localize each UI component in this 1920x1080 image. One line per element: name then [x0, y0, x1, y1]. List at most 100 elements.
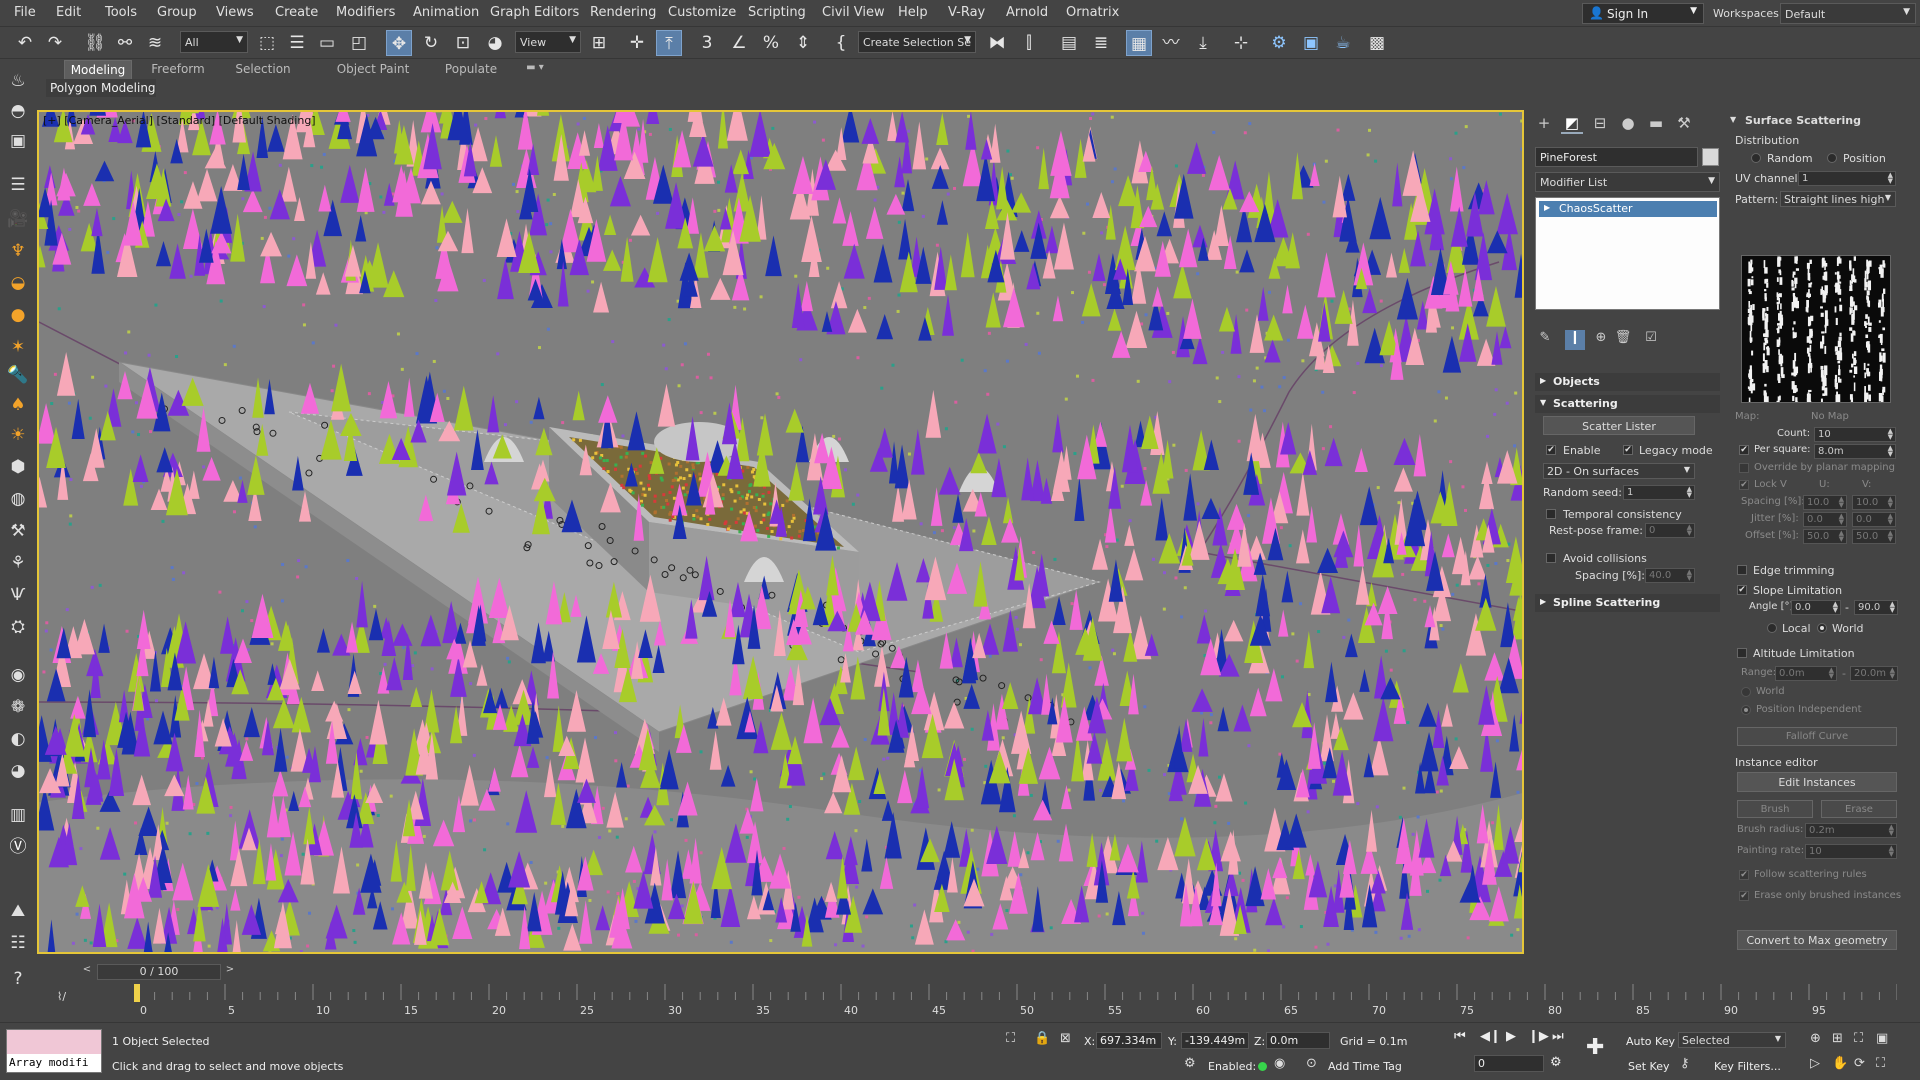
sun-icon[interactable]: ☀: [5, 422, 31, 448]
menu-v-ray[interactable]: V-Ray: [948, 5, 985, 20]
tab-populate[interactable]: Populate: [436, 60, 506, 80]
adaptive-degradation-icon[interactable]: ◉: [1274, 1056, 1285, 1071]
scatter-icon[interactable]: ⚘: [5, 550, 31, 576]
menu-ornatrix[interactable]: Ornatrix: [1066, 5, 1119, 20]
material-editor-icon[interactable]: ⊹: [1228, 30, 1254, 56]
spinner-arrows-icon[interactable]: ▲ ▼: [1889, 824, 1894, 837]
count-spinner[interactable]: 10 ▲ ▼: [1814, 427, 1896, 442]
current-frame-field[interactable]: 0: [1474, 1055, 1544, 1072]
menu-animation[interactable]: Animation: [413, 5, 479, 20]
snaps-toggle-icon[interactable]: 3: [694, 30, 720, 56]
slope-limitation-checkbox[interactable]: ✔: [1737, 585, 1747, 595]
key-icon[interactable]: ⚷: [1680, 1056, 1690, 1071]
stack-item-chaosscatter[interactable]: ▶ ChaosScatter: [1539, 201, 1717, 217]
link-icon[interactable]: ⛓: [82, 30, 108, 56]
add-time-tag[interactable]: Add Time Tag: [1328, 1060, 1402, 1073]
hierarchy-tab-icon[interactable]: ⊟: [1589, 114, 1611, 134]
prev-frame-arrow[interactable]: <: [80, 964, 94, 980]
legacy-mode-checkbox[interactable]: ✔: [1623, 445, 1633, 455]
per-square-checkbox[interactable]: ✔: [1739, 445, 1749, 455]
place-icon[interactable]: ◕: [482, 30, 508, 56]
spinner-arrows-icon[interactable]: ▲ ▼: [1888, 172, 1893, 185]
helper-icon[interactable]: ◓: [5, 98, 31, 124]
curve-editor-icon[interactable]: 〰: [1158, 30, 1184, 56]
offset-u-spinner[interactable]: 50.0 ▲ ▼: [1803, 529, 1847, 544]
altitude-limitation-checkbox[interactable]: [1737, 648, 1747, 658]
menu-help[interactable]: Help: [898, 5, 928, 20]
edit-named-selection-icon[interactable]: {: [828, 30, 854, 56]
spinner-arrows-icon[interactable]: ▲ ▼: [1687, 569, 1692, 582]
world-radio[interactable]: [1817, 623, 1827, 633]
menu-modifiers[interactable]: Modifiers: [336, 5, 395, 20]
isolate-icon[interactable]: ⛶: [1006, 1031, 1015, 1046]
maximize-viewport-icon[interactable]: ⛶: [1876, 1056, 1885, 1071]
ref-coord-select[interactable]: View ▼: [515, 31, 581, 53]
spinner-arrows-icon[interactable]: ▲ ▼: [1687, 524, 1692, 537]
utilities-tab-icon[interactable]: ⚒: [1673, 114, 1695, 134]
menu-graph-editors[interactable]: Graph Editors: [490, 5, 579, 20]
redo-icon[interactable]: ↷: [42, 30, 68, 56]
tab-freeform[interactable]: Freeform: [142, 60, 214, 80]
uv-channel-spinner[interactable]: 1 ▲ ▼: [1798, 171, 1896, 186]
brush-button[interactable]: Brush: [1737, 800, 1813, 818]
palette-icon[interactable]: ◐: [5, 726, 31, 752]
key-mode-select[interactable]: Selected ▼: [1678, 1032, 1786, 1048]
lock-icon[interactable]: 🔒: [1034, 1031, 1050, 1046]
temporal-consistency-checkbox[interactable]: [1546, 509, 1556, 519]
frame-ruler[interactable]: 0510152025303540455055606570758085909510…: [97, 984, 1897, 1014]
select-object-icon[interactable]: ⬚: [254, 30, 280, 56]
render-to-texture-icon[interactable]: ▩: [1364, 30, 1390, 56]
menu-file[interactable]: File: [14, 5, 36, 20]
spinner-arrows-icon[interactable]: ▲ ▼: [1888, 496, 1893, 509]
rollout-scattering[interactable]: ▼ Scattering: [1535, 395, 1720, 413]
key-filters-button[interactable]: Key Filters...: [1714, 1060, 1781, 1073]
no-map-button[interactable]: No Map: [1811, 411, 1849, 422]
edit-instances-button[interactable]: Edit Instances: [1737, 772, 1897, 792]
y-coord-field[interactable]: -139.449m: [1181, 1032, 1249, 1049]
ies-light-icon[interactable]: ♠: [5, 392, 31, 418]
scene-explorer-icon[interactable]: ▤: [1056, 30, 1082, 56]
list-icon[interactable]: ☰: [5, 172, 31, 198]
object-name-field[interactable]: PineForest: [1535, 147, 1698, 167]
sign-in-button[interactable]: 👤 Sign In ▼: [1582, 3, 1704, 24]
scatter-lister-button[interactable]: Scatter Lister: [1543, 416, 1695, 435]
viewport-label[interactable]: [+] [Camera_Aerial] [Standard] [Default …: [43, 114, 316, 127]
convert-to-max-geometry-button[interactable]: Convert to Max geometry: [1737, 930, 1897, 950]
spinner-arrows-icon[interactable]: ▲ ▼: [1839, 513, 1844, 526]
avoid-collisions-checkbox[interactable]: [1546, 553, 1556, 563]
menu-scripting[interactable]: Scripting: [748, 5, 806, 20]
menu-arnold[interactable]: Arnold: [1006, 5, 1048, 20]
position-radio[interactable]: [1827, 153, 1837, 163]
show-end-result-icon[interactable]: ❙: [1565, 330, 1585, 350]
layered-icon[interactable]: ◕: [5, 758, 31, 784]
erase-only-checkbox[interactable]: ✔: [1739, 891, 1749, 901]
keyboard-shortcut-icon[interactable]: ⤒: [656, 30, 682, 56]
zoom-extents-all-icon[interactable]: ▣: [1876, 1031, 1888, 1046]
absolute-mode-icon[interactable]: ⊠: [1060, 1031, 1071, 1046]
spinner-snap-icon[interactable]: ⇕: [790, 30, 816, 56]
go-to-end-icon[interactable]: ⏭: [1552, 1029, 1564, 1044]
spinner-arrows-icon[interactable]: ▲ ▼: [1888, 428, 1893, 441]
rect-selection-icon[interactable]: ▭: [314, 30, 340, 56]
spinner-arrows-icon[interactable]: ▲ ▼: [1839, 530, 1844, 543]
rendered-frame-icon[interactable]: ▣: [1298, 30, 1324, 56]
menu-create[interactable]: Create: [275, 5, 318, 20]
random-seed-spinner[interactable]: 1 ▲ ▼: [1623, 485, 1695, 500]
mirror-icon[interactable]: ⧓: [984, 30, 1010, 56]
scatter-mode-select[interactable]: 2D - On surfaces ▼: [1543, 463, 1695, 479]
camera-icon[interactable]: 🎥: [5, 206, 31, 232]
time-tag-icon[interactable]: ⊙: [1306, 1056, 1317, 1071]
rollout-spline-scattering[interactable]: ▶ Spline Scattering: [1535, 594, 1720, 612]
current-frame-marker[interactable]: [134, 984, 140, 1002]
spinner-arrows-icon[interactable]: ▲ ▼: [1833, 601, 1838, 614]
expand-icon[interactable]: ▶: [1544, 203, 1550, 212]
rest-pose-spinner[interactable]: 0 ▲ ▼: [1645, 523, 1695, 538]
plant-icon[interactable]: ♆: [5, 238, 31, 264]
mini-curve-icon[interactable]: ⌇∕: [57, 990, 66, 1003]
selection-filter-select[interactable]: All ▼: [180, 31, 248, 53]
spinner-arrows-icon[interactable]: ▲ ▼: [1890, 601, 1895, 614]
toggle-ribbon-icon[interactable]: ▦: [1126, 30, 1152, 56]
window-crossing-icon[interactable]: ◰: [346, 30, 372, 56]
move-icon[interactable]: ✥: [386, 30, 412, 56]
proxy-icon[interactable]: ⚒: [5, 518, 31, 544]
